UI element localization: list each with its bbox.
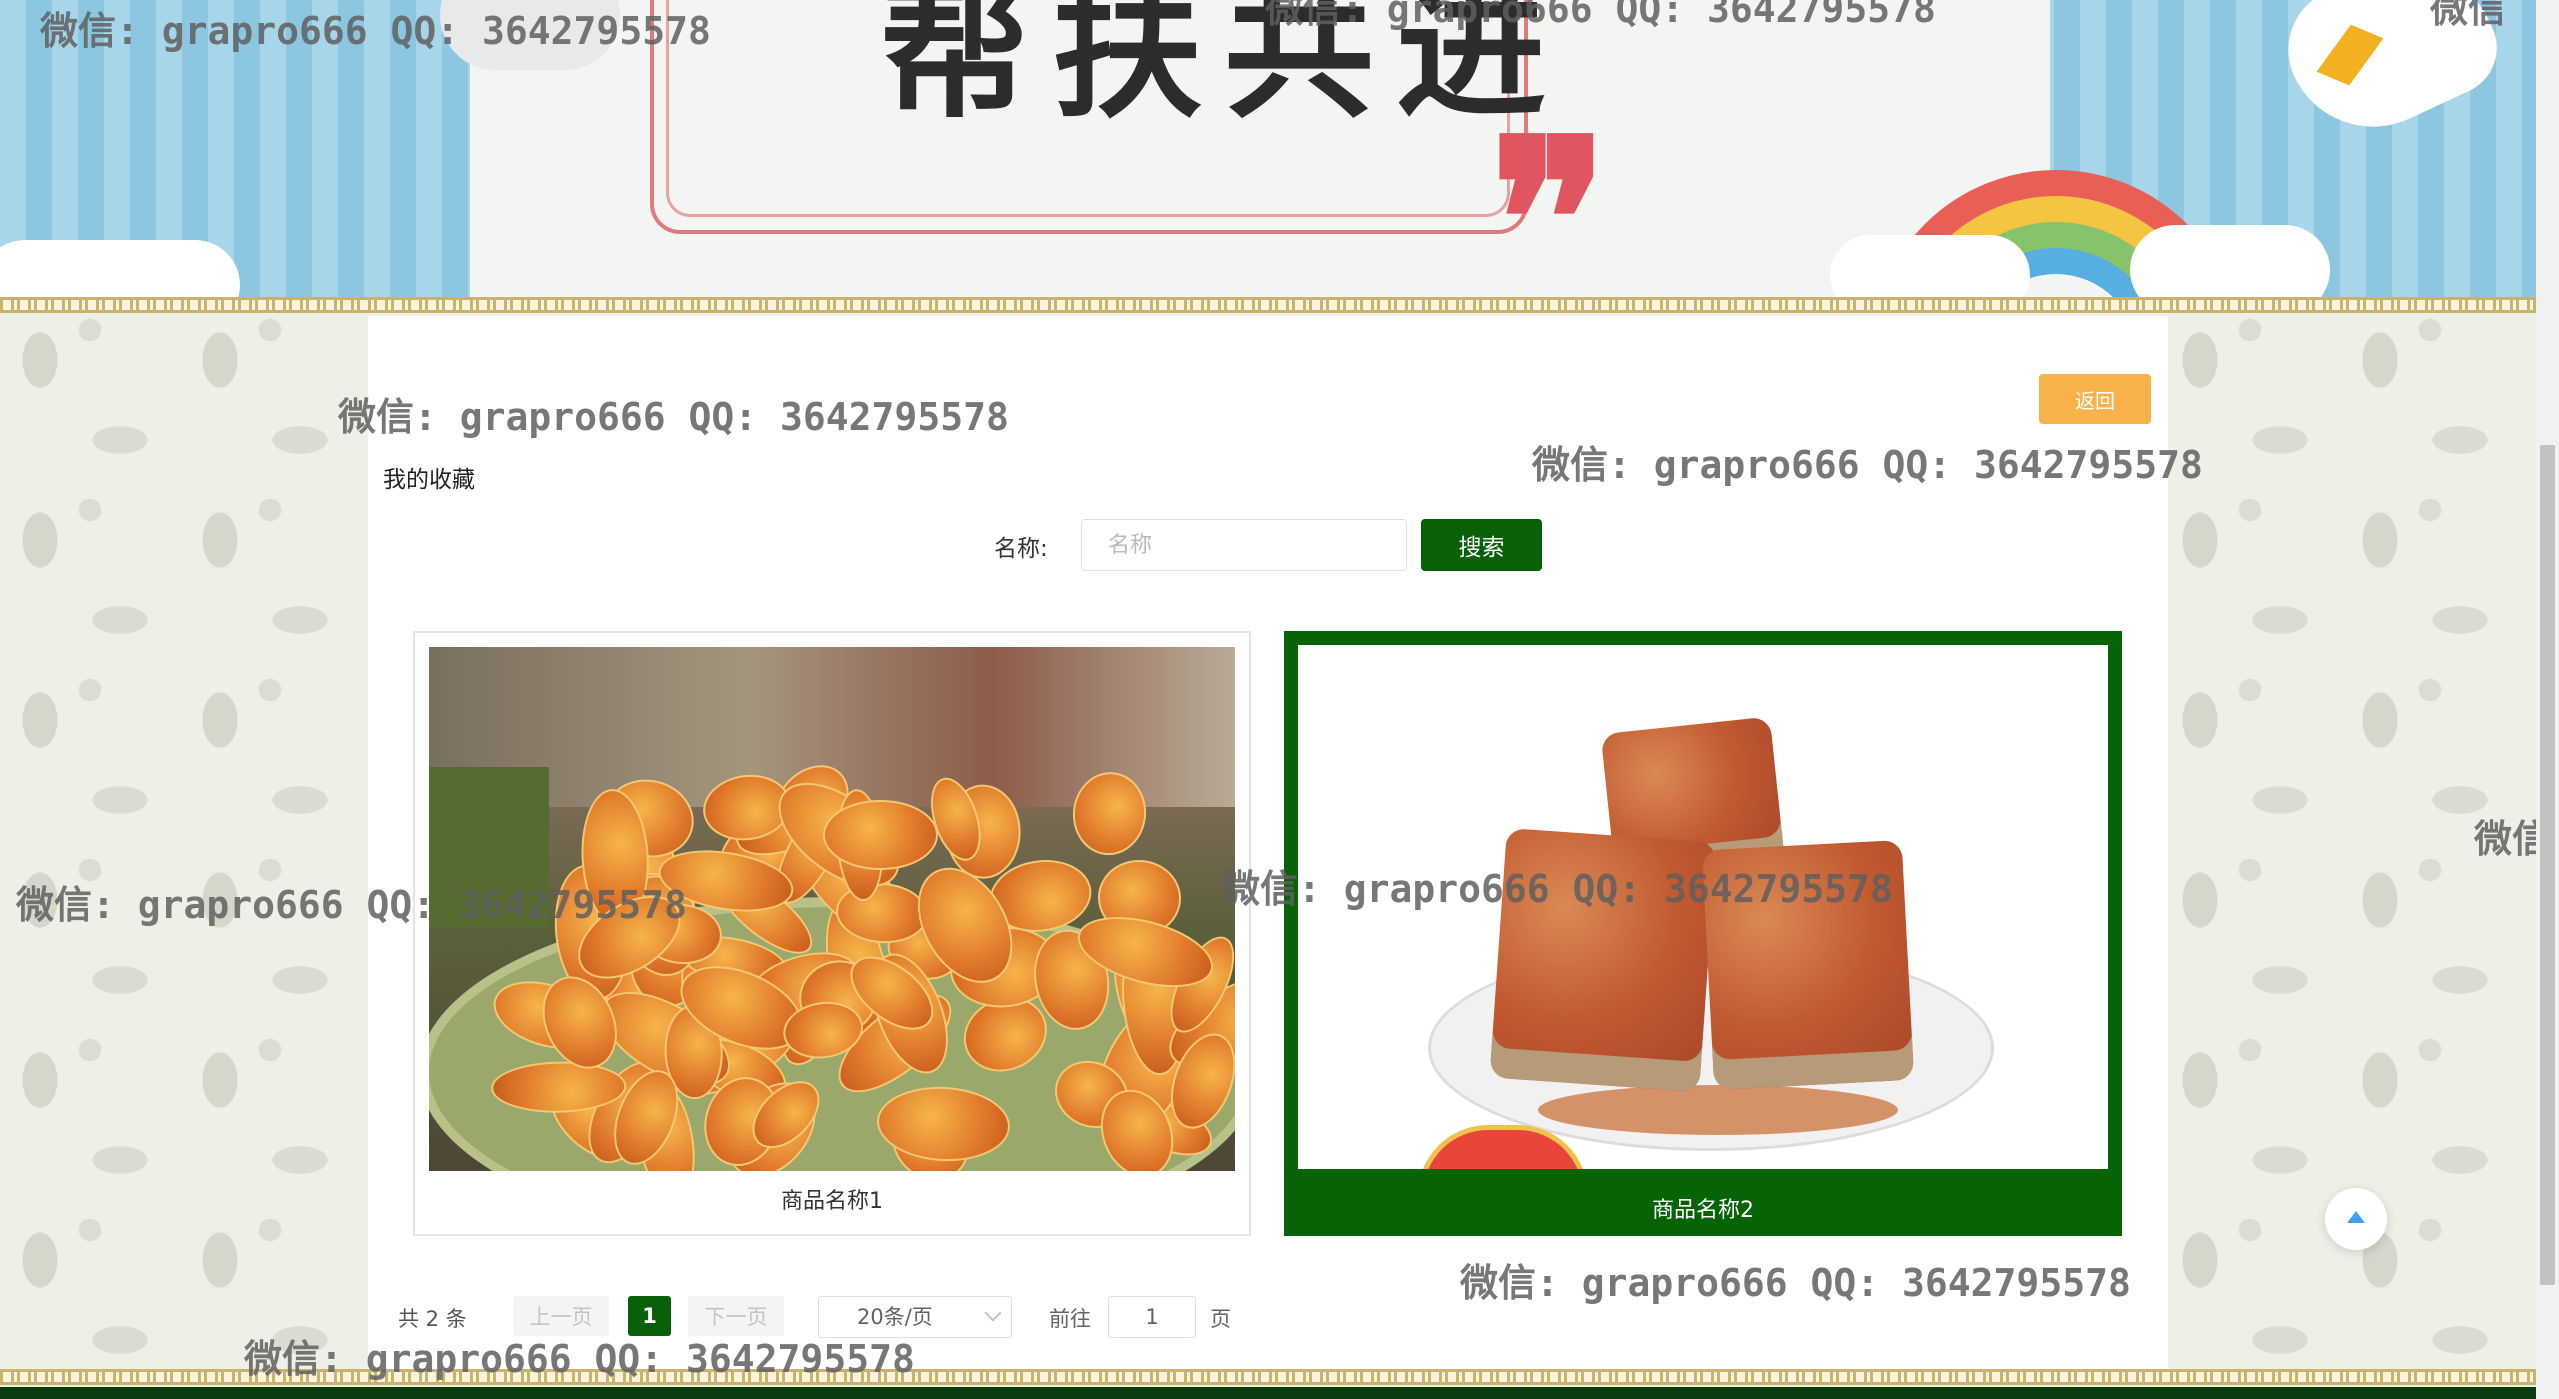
watermark: 微信: grapro666 QQ: 3642795578 [16,883,687,927]
product-name[interactable]: 商品名称2 [1298,1186,2108,1236]
cloud-decoration [0,240,240,300]
search-button[interactable]: 搜索 [1421,519,1542,571]
page-size-value: 20条/页 [857,1305,933,1329]
search-label: 名称: [994,536,1048,562]
product-card[interactable]: 商品名称1 [413,631,1251,1236]
search-input[interactable] [1081,519,1407,571]
watermark: 微信: grapro666 QQ: 3642795578 [338,395,1009,439]
quote-mark-icon: ❞ [1490,90,1609,301]
page-title: 我的收藏 [383,467,475,493]
product-card-selected[interactable]: 商品名称2 [1284,631,2122,1236]
watermark: 微信: grapro666 QQ: 3642795578 [40,9,711,53]
goto-page-unit: 页 [1210,1307,1231,1331]
watermark: 微信 [2430,0,2507,31]
scrollbar[interactable] [2536,0,2559,1399]
product-name[interactable]: 商品名称1 [415,1170,1249,1234]
cloud-decoration [2130,225,2330,300]
sauce [1538,1085,1898,1135]
back-to-top-button[interactable] [2325,1188,2387,1250]
watermark: 微信: grapro666 QQ: 3642795578 [244,1337,915,1381]
scrollbar-thumb[interactable] [2540,445,2555,1285]
goto-page-input[interactable] [1108,1296,1196,1338]
footer-bar [0,1387,2559,1399]
back-button[interactable]: 返回 [2039,374,2151,424]
watermark: 微信: grapro666 QQ: 3642795578 [1265,0,1936,31]
goto-label: 前往 [1049,1307,1091,1331]
arrow-up-icon [2347,1211,2365,1223]
watermark: 微信: grapro666 QQ: 3642795578 [1222,867,1893,911]
chevron-down-icon [984,1304,1002,1322]
watermark: 微信: grapro666 QQ: 3642795578 [1460,1261,2131,1305]
watermark: 微信: grapro666 QQ: 3642795578 [1532,443,2203,487]
chip-shape [823,799,939,870]
cloud-decoration [1830,235,2030,300]
banner-border [0,297,2536,313]
